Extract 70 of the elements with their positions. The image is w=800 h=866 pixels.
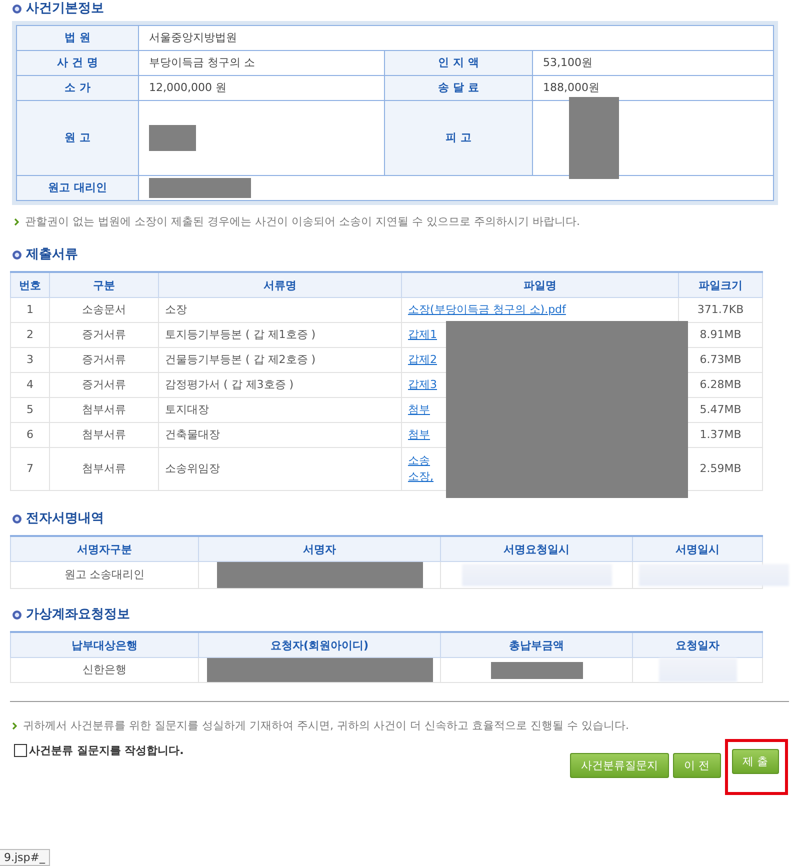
table-cell: 증거서류 <box>50 372 158 398</box>
field-label: 원 고 <box>16 100 138 176</box>
table-cell: 증거서류 <box>50 322 158 348</box>
section-title: 가상계좌요청정보 <box>26 607 130 623</box>
cell-text: 원고 소송대리인 <box>64 568 145 581</box>
column-header: 파일크기 <box>678 272 762 298</box>
table-cell: 소송문서 <box>50 298 158 322</box>
column-header: 서명자 <box>198 536 440 562</box>
bullet-icon <box>12 514 22 524</box>
field-label: 인 지 액 <box>384 50 532 76</box>
column-header: 납부대상은행 <box>10 632 198 658</box>
table-cell: 첨부서류 <box>50 448 158 490</box>
checkbox-label: 사건분류 질문지를 작성합니다. <box>29 743 184 758</box>
field-value: 12,000,000 원 <box>138 76 384 100</box>
file-link[interactable]: 첨부 <box>408 402 430 418</box>
column-header: 총납부금액 <box>440 632 632 658</box>
column-header: 요청자(회원아이디) <box>198 632 440 658</box>
column-header: 구분 <box>50 272 158 298</box>
status-url: 9.jsp#_ <box>0 849 50 866</box>
field-label: 사 건 명 <box>16 50 138 76</box>
table-cell: 7 <box>10 448 50 490</box>
checkbox[interactable] <box>14 744 27 757</box>
field-value: 서울중앙지방법원 <box>138 26 774 50</box>
chevron-icon <box>12 722 17 730</box>
column-header: 번호 <box>10 272 50 298</box>
table-cell: 2 <box>10 322 50 348</box>
field-label: 원고 대리인 <box>16 176 138 200</box>
table-cell: 감정평가서 ( 갑 제3호증 ) <box>158 372 402 398</box>
table-cell: 5 <box>10 398 50 422</box>
column-header: 서명요청일시 <box>440 536 632 562</box>
bullet-icon <box>12 250 22 260</box>
table-cell: 토지대장 <box>158 398 402 422</box>
table-cell: 첨부서류 <box>50 422 158 448</box>
table-cell: 토지등기부등본 ( 갑 제1호증 ) <box>158 322 402 348</box>
section-title: 제출서류 <box>26 247 78 263</box>
column-header: 서류명 <box>158 272 402 298</box>
column-header: 요청일자 <box>632 632 762 658</box>
table-cell: 1 <box>10 298 50 322</box>
field-value: 부당이득금 청구의 소 <box>138 50 384 76</box>
file-link[interactable]: 갑제1 <box>408 327 437 343</box>
notice-text: 관할권이 없는 법원에 소장이 제출된 경우에는 사건이 이송되어 소송이 지연될 수 있으므로 주의하시기 바랍니다. <box>25 214 580 229</box>
table-cell: 소장 <box>158 298 402 322</box>
file-link[interactable]: 갑제2 <box>408 352 437 368</box>
bullet-icon <box>12 4 22 14</box>
field-value: 53,100원 <box>532 50 774 76</box>
table-cell: 건물등기부등본 ( 갑 제2호증 ) <box>158 348 402 372</box>
field-label: 송 달 료 <box>384 76 532 100</box>
file-link[interactable]: 갑제3 <box>408 377 437 393</box>
field-label: 법 원 <box>16 26 138 50</box>
cell-text: 신한은행 <box>82 663 126 676</box>
file-link[interactable]: 첨부 <box>408 427 430 443</box>
field-label: 소 가 <box>16 76 138 100</box>
file-link[interactable]: 소장, <box>408 469 434 485</box>
chevron-icon <box>14 218 19 226</box>
field-label: 피 고 <box>384 100 532 176</box>
table-cell: 증거서류 <box>50 348 158 372</box>
notice-text: 귀하께서 사건분류를 위한 질문지를 성실하게 기재하여 주시면, 귀하의 사건이 더 신속하고 효율적으로 진행될 수 있습니다. <box>23 718 629 733</box>
table-cell: 첨부서류 <box>50 398 158 422</box>
column-header: 파일명 <box>402 272 678 298</box>
table-cell: 6 <box>10 422 50 448</box>
column-header: 서명일시 <box>632 536 762 562</box>
column-header: 서명자구분 <box>10 536 198 562</box>
table-cell: 소송위임장 <box>158 448 402 490</box>
section-title: 전자서명내역 <box>26 511 104 527</box>
file-link[interactable]: 소송 <box>408 453 430 469</box>
bullet-icon <box>12 610 22 620</box>
table-cell: 3 <box>10 348 50 372</box>
table-cell: 건축물대장 <box>158 422 402 448</box>
section-title: 사건기본정보 <box>26 1 104 17</box>
table-cell: 4 <box>10 372 50 398</box>
